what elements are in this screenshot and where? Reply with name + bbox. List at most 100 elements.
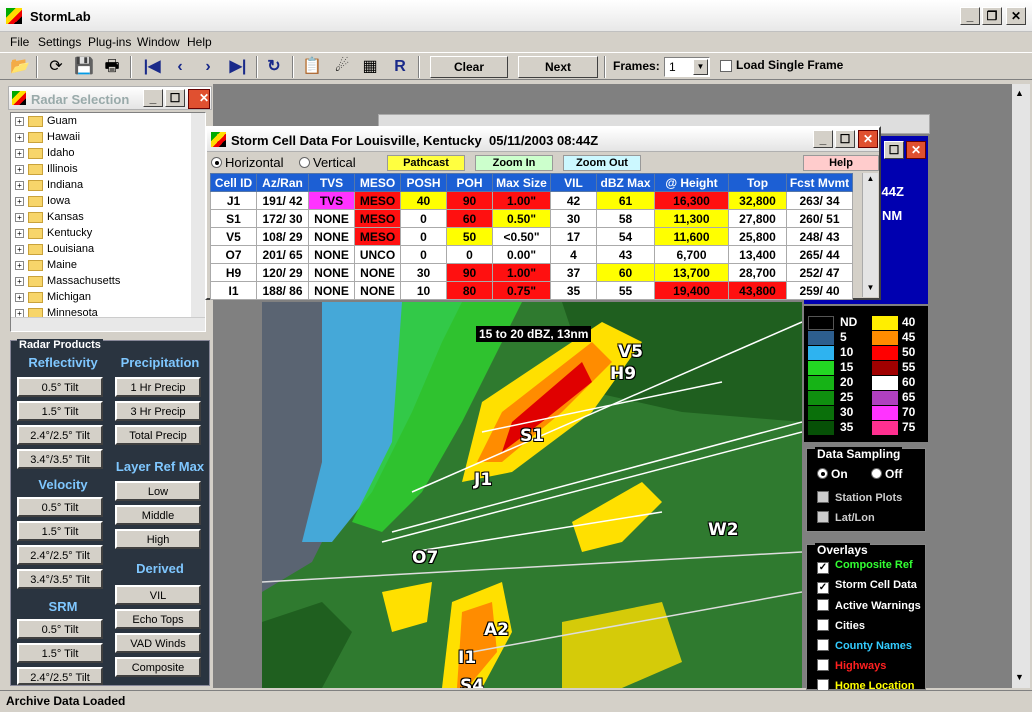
storm-window-minimize-button[interactable]: _ (813, 130, 833, 148)
maximize-button[interactable]: ❐ (982, 7, 1002, 25)
derived-vil-button[interactable]: VIL (115, 585, 201, 605)
radar-icon[interactable]: R (388, 56, 412, 78)
storm-window-maximize-button[interactable]: ☐ (835, 130, 855, 148)
storm-window-close-button[interactable]: ✕ (858, 130, 878, 148)
precip-1hr-button[interactable]: 1 Hr Precip (115, 377, 201, 397)
reflectivity-2-4-tilt-button[interactable]: 2.4°/2.5° Tilt (17, 425, 103, 445)
chevron-down-icon[interactable]: ▼ (864, 283, 877, 296)
srm-2-4-tilt-button[interactable]: 2.4°/2.5° Tilt (17, 667, 103, 685)
vertical-radio[interactable]: Vertical (299, 155, 356, 171)
tree-item-illinois[interactable]: + Illinois (15, 163, 78, 179)
table-row[interactable]: J1 191/ 42 TVS MESO 40 90 1.00" 42 61 16,300 32,80… (210, 191, 853, 210)
column-header[interactable]: @ Height (654, 173, 729, 192)
precip-total-button[interactable]: Total Precip (115, 425, 201, 445)
column-header[interactable]: POH (446, 173, 493, 192)
tree-item-louisiana[interactable]: + Louisiana (15, 243, 94, 259)
column-header[interactable]: MESO (354, 173, 401, 192)
menu-file[interactable]: File (10, 35, 29, 49)
loop-icon[interactable]: ↻ (262, 56, 286, 78)
radar-selection-maximize-button[interactable]: ☐ (165, 89, 185, 107)
velocity-3-4-tilt-button[interactable]: 3.4°/3.5° Tilt (17, 569, 103, 589)
column-header[interactable]: Az/Ran (256, 173, 309, 192)
velocity-0-5-tilt-button[interactable]: 0.5° Tilt (17, 497, 103, 517)
radar-selection-minimize-button[interactable]: _ (143, 89, 163, 107)
tree-item-idaho[interactable]: + Idaho (15, 147, 75, 163)
next-frame-icon[interactable]: › (196, 56, 220, 78)
cell-label-w2[interactable]: W2 (708, 520, 739, 540)
cell-label-s4[interactable]: S4 (460, 676, 484, 688)
chevron-down-icon[interactable]: ▼ (693, 59, 708, 75)
menu-help[interactable]: Help (187, 35, 212, 49)
storm-track-icon[interactable]: ☄ (330, 56, 354, 78)
tree-item-massachusetts[interactable]: + Massachusetts (15, 275, 120, 291)
reflectivity-3-4-tilt-button[interactable]: 3.4°/3.5° Tilt (17, 449, 103, 469)
derived-echo-tops-button[interactable]: Echo Tops (115, 609, 201, 629)
tree-item-guam[interactable]: + Guam (15, 115, 77, 131)
station-plots-checkbox[interactable]: Station Plots (817, 491, 902, 504)
overlay-checkbox[interactable]: County Names (817, 639, 912, 652)
overlay-checkbox[interactable]: ✓ Composite Ref (817, 559, 913, 574)
workspace-vertical-scrollbar[interactable]: ▲ ▼ (1012, 84, 1030, 688)
layer-low-button[interactable]: Low (115, 481, 201, 501)
reflectivity-0-5-tilt-button[interactable]: 0.5° Tilt (17, 377, 103, 397)
tree-item-kansas[interactable]: + Kansas (15, 211, 84, 227)
srm-0-5-tilt-button[interactable]: 0.5° Tilt (17, 619, 103, 639)
zoom-out-button[interactable]: Zoom Out (563, 155, 641, 171)
layer-high-button[interactable]: High (115, 529, 201, 549)
tree-item-indiana[interactable]: + Indiana (15, 179, 83, 195)
latlon-checkbox[interactable]: Lat/Lon (817, 511, 875, 524)
storm-table-scrollbar[interactable]: ▲ ▼ (862, 173, 878, 297)
overlay-checkbox[interactable]: Highways (817, 659, 886, 672)
previous-frame-icon[interactable]: ‹ (168, 56, 192, 78)
column-header[interactable]: Top (728, 173, 787, 192)
derived-composite-button[interactable]: Composite (115, 657, 201, 677)
overlay-checkbox[interactable]: Cities (817, 619, 865, 632)
menu-plugins[interactable]: Plug-ins (88, 35, 131, 49)
table-row[interactable]: I1 188/ 86 NONE NONE 10 80 0.75" 35 55 19,400 43,8… (210, 281, 853, 300)
table-row[interactable]: O7 201/ 65 NONE UNCO 0 0 0.00" 4 43 6,700 13,400 26… (210, 245, 853, 264)
overlay-checkbox[interactable]: Active Warnings (817, 599, 921, 612)
velocity-1-5-tilt-button[interactable]: 1.5° Tilt (17, 521, 103, 541)
overlay-checkbox[interactable]: ✓ Storm Cell Data (817, 579, 917, 594)
radar-map[interactable]: 15 to 20 dBZ, 13nm V5 H9 S1 J1 W2 O7 A2 … (262, 302, 802, 688)
table-row[interactable]: H9 120/ 29 NONE NONE 30 90 1.00" 37 60 13,700 28,7… (210, 263, 853, 282)
srm-1-5-tilt-button[interactable]: 1.5° Tilt (17, 643, 103, 663)
next-button[interactable]: Next (518, 56, 598, 78)
table-row[interactable]: V5 108/ 29 NONE MESO 0 50 <0.50" 17 54 11,600 25,8… (210, 227, 853, 246)
cell-label-s1[interactable]: S1 (520, 426, 544, 446)
tree-item-hawaii[interactable]: + Hawaii (15, 131, 80, 147)
column-header[interactable]: Cell ID (210, 173, 257, 192)
pathcast-button[interactable]: Pathcast (387, 155, 465, 171)
last-frame-icon[interactable]: ▶| (226, 56, 250, 78)
refresh-icon[interactable]: ⟳ (44, 56, 68, 78)
clear-button[interactable]: Clear (430, 56, 508, 78)
minimize-button[interactable]: _ (960, 7, 980, 25)
tree-item-michigan[interactable]: + Michigan (15, 291, 91, 307)
cell-label-a2[interactable]: A2 (484, 620, 509, 640)
chevron-up-icon[interactable]: ▲ (864, 174, 877, 187)
background-window-close-button[interactable]: ✕ (906, 141, 926, 159)
cell-label-h9[interactable]: H9 (610, 364, 636, 384)
open-folder-icon[interactable]: 📂 (8, 56, 32, 78)
tree-item-kentucky[interactable]: + Kentucky (15, 227, 92, 243)
cell-label-j1[interactable]: J1 (474, 470, 492, 490)
sampling-on-radio[interactable]: On (817, 467, 848, 481)
column-header[interactable]: POSH (400, 173, 447, 192)
menu-window[interactable]: Window (137, 35, 180, 49)
zoom-in-button[interactable]: Zoom In (475, 155, 553, 171)
horizontal-radio[interactable]: Horizontal (211, 155, 284, 171)
reflectivity-1-5-tilt-button[interactable]: 1.5° Tilt (17, 401, 103, 421)
velocity-2-4-tilt-button[interactable]: 2.4°/2.5° Tilt (17, 545, 103, 565)
cell-label-i1[interactable]: I1 (458, 648, 476, 668)
tree-horizontal-scrollbar[interactable] (11, 317, 205, 331)
tree-vertical-scrollbar[interactable] (191, 113, 205, 317)
column-header[interactable]: Fcst Mvmt (786, 173, 853, 192)
cell-label-v5[interactable]: V5 (618, 342, 643, 362)
tree-item-minnesota[interactable]: + Minnesota (15, 307, 98, 317)
close-button[interactable]: ✕ (1006, 7, 1026, 25)
save-icon[interactable]: 💾 (72, 56, 96, 78)
radar-selection-close-button[interactable]: ✕ (188, 89, 210, 109)
tree-item-iowa[interactable]: + Iowa (15, 195, 70, 211)
menu-settings[interactable]: Settings (38, 35, 81, 49)
precip-3hr-button[interactable]: 3 Hr Precip (115, 401, 201, 421)
